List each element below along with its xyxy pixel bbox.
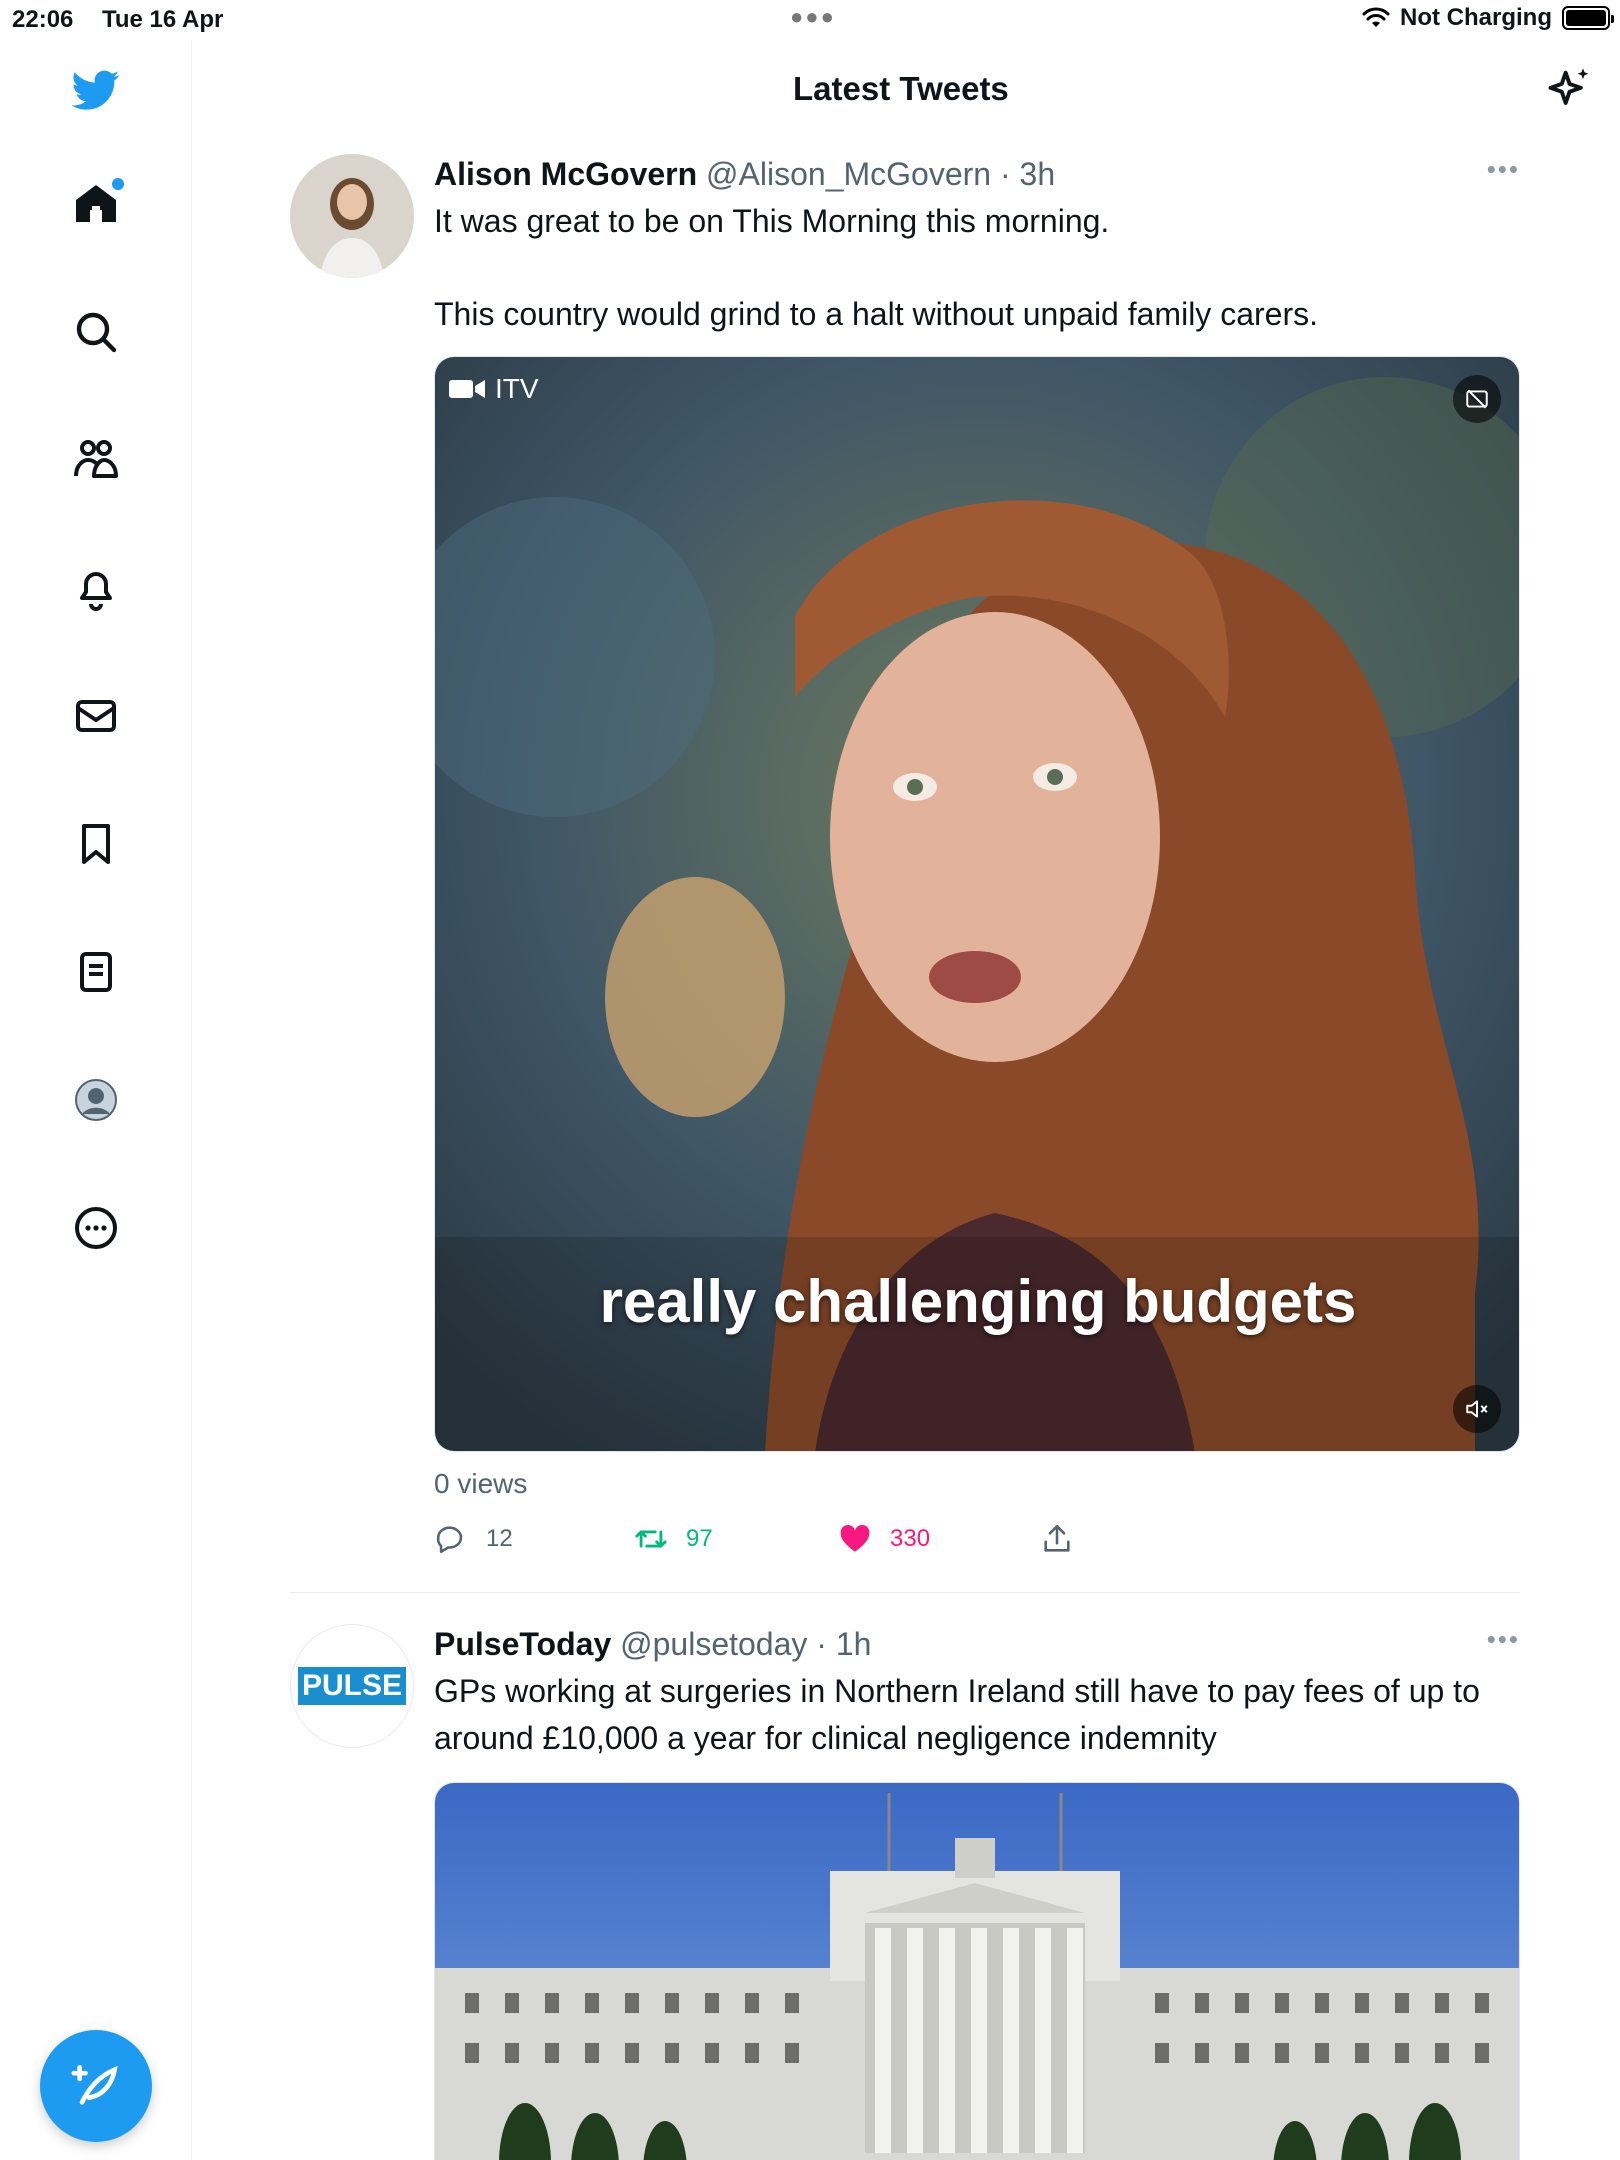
tweet-separator: ·	[816, 1626, 827, 1662]
messages-envelope-icon[interactable]	[66, 686, 126, 746]
tweet-text-line: This country would grind to a halt witho…	[434, 296, 1318, 332]
share-upload-icon	[1044, 1524, 1070, 1552]
reply-count: 12	[486, 1525, 513, 1552]
heart-filled-icon	[840, 1524, 870, 1552]
status-time: 22:06	[12, 6, 74, 33]
tweet-more-menu-icon[interactable]: •••	[1487, 154, 1520, 185]
status-bar: 22:06 Tue 16 Apr ●●● Not Charging	[0, 0, 1620, 40]
multitasking-dots-icon[interactable]: ●●●	[790, 4, 836, 30]
profile-avatar-icon[interactable]	[66, 1070, 126, 1130]
tweet-actions: 12 97 330	[434, 1522, 1520, 1566]
tweet-author-avatar[interactable]: PULSE	[290, 1624, 414, 1748]
building-photo	[435, 1783, 1519, 2160]
tweet-video[interactable]: ITV really challenging budgets	[434, 356, 1520, 1452]
pulse-logo: PULSE	[297, 1667, 407, 1705]
retweet-icon	[635, 1530, 667, 1548]
share-button[interactable]	[1040, 1522, 1074, 1556]
tweet[interactable]: Alison McGovern @Alison_McGovern · 3h ••…	[290, 154, 1520, 1584]
tweet-text: GPs working at surgeries in Northern Ire…	[434, 1673, 1480, 1756]
tweet-timestamp[interactable]: 1h	[836, 1626, 872, 1662]
notifications-bell-icon[interactable]	[66, 558, 126, 618]
wifi-icon	[1362, 7, 1390, 27]
tweet-author-handle[interactable]: @Alison_McGovern	[706, 156, 991, 192]
tweet-body: PulseToday @pulsetoday · 1h ••• GPs work…	[434, 1624, 1520, 2160]
lists-icon[interactable]	[66, 942, 126, 1002]
retweet-button[interactable]: 97	[634, 1522, 713, 1556]
timeline-header: Latest Tweets	[193, 40, 1620, 140]
tweet-author-handle[interactable]: @pulsetoday	[620, 1626, 807, 1662]
reply-icon	[436, 1526, 463, 1554]
more-options-icon[interactable]	[66, 1198, 126, 1258]
page-title: Latest Tweets	[793, 70, 1009, 107]
tweet-views: 0 views	[434, 1468, 528, 1499]
battery-icon	[1562, 6, 1614, 30]
charging-status: Not Charging	[1400, 4, 1552, 31]
video-camera-icon	[449, 380, 485, 398]
reply-button[interactable]: 12	[434, 1522, 513, 1556]
mute-button[interactable]	[1453, 1385, 1501, 1433]
bookmarks-icon[interactable]	[66, 814, 126, 874]
home-unread-badge	[112, 178, 124, 190]
tweet-more-menu-icon[interactable]: •••	[1487, 1624, 1520, 1655]
tweet-timestamp[interactable]: 3h	[1020, 156, 1056, 192]
tweet-author-name[interactable]: PulseToday	[434, 1626, 611, 1662]
status-right: Not Charging	[1362, 4, 1614, 32]
captions-off-icon	[1466, 389, 1488, 409]
compose-tweet-button[interactable]	[40, 2030, 152, 2142]
tweet-image[interactable]	[434, 1782, 1520, 2160]
home-icon[interactable]	[66, 174, 126, 234]
twitter-logo-icon[interactable]	[66, 60, 126, 120]
tweet-header: Alison McGovern @Alison_McGovern · 3h	[434, 154, 1520, 194]
tweet-author-avatar[interactable]	[290, 154, 414, 278]
search-icon[interactable]	[66, 302, 126, 362]
communities-icon[interactable]	[66, 430, 126, 490]
speaker-muted-icon	[1466, 1400, 1488, 1418]
tweet-separator: ·	[999, 156, 1011, 192]
tweet-body: Alison McGovern @Alison_McGovern · 3h ••…	[434, 154, 1520, 1566]
like-button[interactable]: 330	[838, 1522, 930, 1556]
tweet-text-line: It was great to be on This Morning this …	[434, 203, 1110, 239]
video-source-badge: ITV	[449, 373, 539, 405]
status-date: Tue 16 Apr	[102, 6, 224, 33]
feather-plus-icon	[71, 2065, 118, 2105]
tweet[interactable]: PULSE PulseToday @pulsetoday · 1h ••• GP…	[290, 1624, 1520, 2160]
video-caption: really challenging budgets	[599, 1268, 1357, 1335]
retweet-count: 97	[686, 1525, 713, 1552]
sidebar	[0, 40, 192, 2160]
like-count: 330	[890, 1525, 931, 1552]
tweet-header: PulseToday @pulsetoday · 1h	[434, 1624, 1520, 1664]
tweet-author-name[interactable]: Alison McGovern	[434, 156, 697, 192]
closed-captions-button[interactable]	[1453, 375, 1501, 423]
video-source-label: ITV	[495, 373, 539, 404]
tweet-divider	[290, 1592, 1520, 1593]
sparkle-timeline-toggle-icon[interactable]	[1544, 64, 1596, 116]
